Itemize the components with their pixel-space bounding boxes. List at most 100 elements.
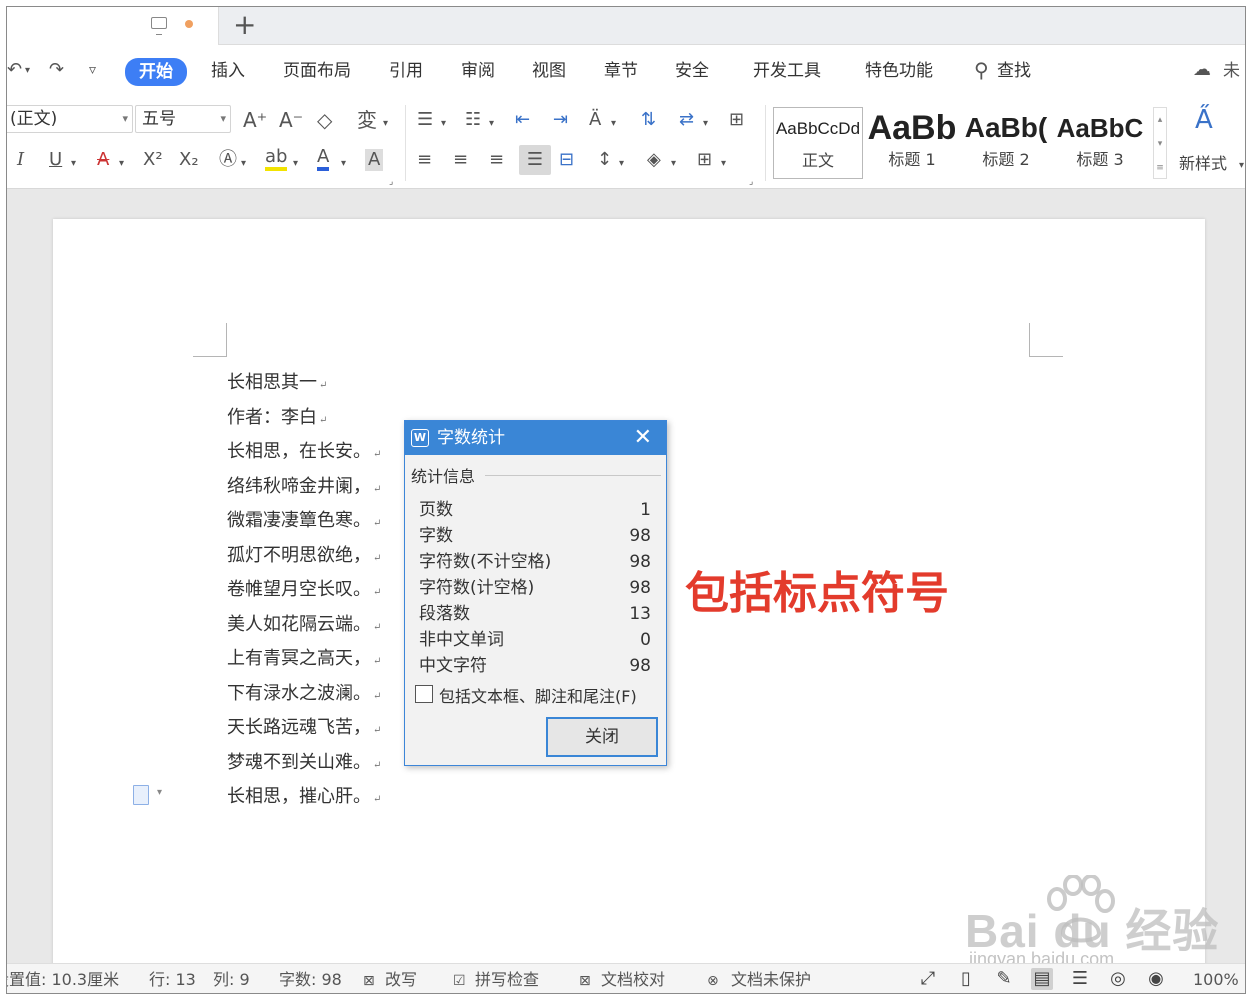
tab-page-layout[interactable]: 页面布局 (283, 59, 351, 83)
grow-font-icon[interactable]: A⁺ (243, 109, 267, 131)
cloud-icon[interactable]: ☁ (1193, 59, 1211, 80)
tab-review[interactable]: 审阅 (461, 59, 495, 83)
chevron-down-icon[interactable]: ▾ (71, 153, 76, 175)
new-style-icon[interactable]: A̋ (1195, 107, 1213, 133)
align-right-icon[interactable]: ≡ (489, 149, 504, 171)
justify-icon[interactable]: ☰ (519, 145, 551, 175)
document-line: 长相思其一 ↵ (227, 372, 328, 393)
chevron-down-icon[interactable]: ▾ (489, 113, 494, 135)
new-tab-button[interactable]: + (233, 9, 256, 41)
bullet-list-icon[interactable]: ☰ (417, 109, 433, 131)
status-revise[interactable]: 改写 (385, 970, 417, 990)
close-icon[interactable]: ✕ (634, 421, 652, 455)
font-color-icon[interactable]: A (317, 147, 330, 171)
style-normal[interactable]: AaBbCcDd 正文 (773, 107, 863, 179)
shrink-font-icon[interactable]: A⁻ (279, 109, 303, 131)
text-effect-icon[interactable]: Ⓐ (219, 149, 237, 171)
text-direction-icon[interactable]: ⇄ (679, 109, 694, 131)
change-case-icon[interactable]: Ä (589, 109, 601, 131)
tab-home[interactable]: 开始 (125, 58, 187, 86)
edit-view-icon[interactable]: ✎ (993, 968, 1015, 990)
line-spacing-icon[interactable]: ↕ (597, 149, 612, 171)
tab-view[interactable]: 视图 (532, 59, 566, 83)
outline-view-icon[interactable]: ☰ (1069, 968, 1091, 990)
stat-row: 非中文单词 0 (419, 630, 651, 650)
sort-icon[interactable]: ⇅ (641, 109, 656, 131)
superscript-icon[interactable]: X² (143, 149, 163, 171)
document-line: 微霜凄凄簟色寒。 ↵ (227, 510, 382, 531)
status-protection[interactable]: 文档未保护 (731, 970, 811, 990)
document-body[interactable]: 长相思其一 ↵ 作者：李白 ↵ 长相思，在长安。 ↵ 络纬秋啼金井阑， ↵ 微霜凄凄簟色… (227, 366, 381, 815)
strikethrough-icon[interactable]: A (97, 149, 109, 171)
quick-access-dropdown-icon[interactable]: ▿ (89, 62, 96, 78)
search-button[interactable]: 查找 (997, 59, 1031, 83)
clear-format-icon[interactable]: ◇ (317, 109, 332, 131)
chevron-down-icon[interactable]: ▾ (241, 153, 246, 175)
status-word-count[interactable]: 字数: 98 (279, 970, 342, 990)
chevron-down-icon[interactable]: ▾ (383, 113, 388, 135)
page-view-icon[interactable]: ▤ (1031, 968, 1053, 990)
tab-references[interactable]: 引用 (389, 59, 423, 83)
character-shading-icon[interactable]: A (365, 149, 384, 171)
undo-icon[interactable]: ↶ (7, 59, 22, 80)
style-name: 标题 1 (888, 150, 936, 169)
document-tab[interactable] (7, 7, 219, 45)
zoom-level[interactable]: 100% (1193, 970, 1239, 990)
chevron-down-icon[interactable]: ▾ (703, 113, 708, 135)
borders-icon[interactable]: ⊞ (697, 149, 712, 171)
distributed-align-icon[interactable]: ⊟ (559, 149, 574, 171)
status-spell-check[interactable]: 拼写检查 (475, 970, 539, 990)
style-heading-3[interactable]: AaBbC 标题 3 (1053, 107, 1147, 179)
fullscreen-icon[interactable]: ⤢ (917, 968, 939, 990)
font-size-select[interactable]: 五号 ▾ (135, 105, 231, 133)
web-view-icon[interactable]: ◎ (1107, 968, 1129, 990)
underline-icon[interactable]: U (49, 149, 62, 171)
search-icon[interactable]: ⚲ (974, 58, 989, 82)
reading-view-icon[interactable]: ▯ (955, 968, 977, 990)
paragraph-dialog-launcher-icon[interactable]: ⌟ (749, 171, 753, 193)
shading-icon[interactable]: ◈ (647, 149, 661, 171)
tab-developer[interactable]: 开发工具 (753, 59, 821, 83)
chevron-down-icon[interactable]: ▾ (721, 153, 726, 175)
font-dialog-launcher-icon[interactable]: ⌟ (389, 171, 393, 193)
status-proofread[interactable]: 文档校对 (601, 970, 665, 990)
italic-icon[interactable]: I (17, 149, 24, 171)
tab-special-features[interactable]: 特色功能 (865, 59, 933, 83)
highlight-icon[interactable]: ab (265, 147, 288, 171)
chevron-down-icon[interactable]: ▾ (611, 113, 616, 135)
checkbox-label[interactable]: 包括文本框、脚注和尾注(F) (439, 683, 637, 707)
numbered-list-icon[interactable]: ☷ (465, 109, 481, 131)
align-left-icon[interactable]: ≡ (417, 149, 432, 171)
close-button[interactable]: 关闭 (546, 717, 658, 757)
decrease-indent-icon[interactable]: ⇤ (515, 109, 530, 131)
phonetic-guide-icon[interactable]: 変 (357, 109, 377, 131)
include-textbox-footnotes-checkbox[interactable] (415, 685, 433, 703)
chevron-down-icon[interactable]: ▾ (341, 153, 346, 175)
chevron-down-icon[interactable]: ▾ (441, 113, 446, 135)
tab-security[interactable]: 安全 (675, 59, 709, 83)
style-gallery-scroll[interactable]: ▴ ▾ ≡ (1153, 107, 1167, 179)
chevron-down-icon[interactable]: ▾ (119, 153, 124, 175)
font-name-select[interactable]: (正文) ▾ (7, 105, 133, 133)
eye-protection-icon[interactable]: ◉ (1145, 968, 1167, 990)
style-heading-2[interactable]: AaBb( 标题 2 (961, 107, 1051, 179)
table-border-icon[interactable]: ⊞ (729, 109, 744, 131)
chevron-down-icon[interactable]: ▾ (157, 787, 162, 798)
dialog-title-bar[interactable]: W 字数统计 ✕ (405, 421, 666, 455)
align-center-icon[interactable]: ≡ (453, 149, 468, 171)
tab-chapter[interactable]: 章节 (604, 59, 638, 83)
tab-insert[interactable]: 插入 (211, 59, 245, 83)
new-style-button[interactable]: 新样式 (1179, 153, 1227, 175)
chevron-down-icon[interactable]: ▾ (293, 153, 298, 175)
increase-indent-icon[interactable]: ⇥ (553, 109, 568, 131)
cloud-status-label[interactable]: 未 (1223, 59, 1240, 83)
paragraph-layout-icon[interactable] (133, 785, 149, 805)
subscript-icon[interactable]: X₂ (179, 149, 199, 171)
redo-icon[interactable]: ↷ (49, 59, 64, 80)
undo-dropdown-icon[interactable]: ▾ (25, 65, 30, 76)
style-heading-1[interactable]: AaBb 标题 1 (867, 107, 957, 179)
status-position[interactable]: 设置值: 10.3厘米 (7, 970, 119, 990)
chevron-down-icon[interactable]: ▾ (1239, 155, 1244, 177)
chevron-down-icon[interactable]: ▾ (619, 153, 624, 175)
chevron-down-icon[interactable]: ▾ (671, 153, 676, 175)
